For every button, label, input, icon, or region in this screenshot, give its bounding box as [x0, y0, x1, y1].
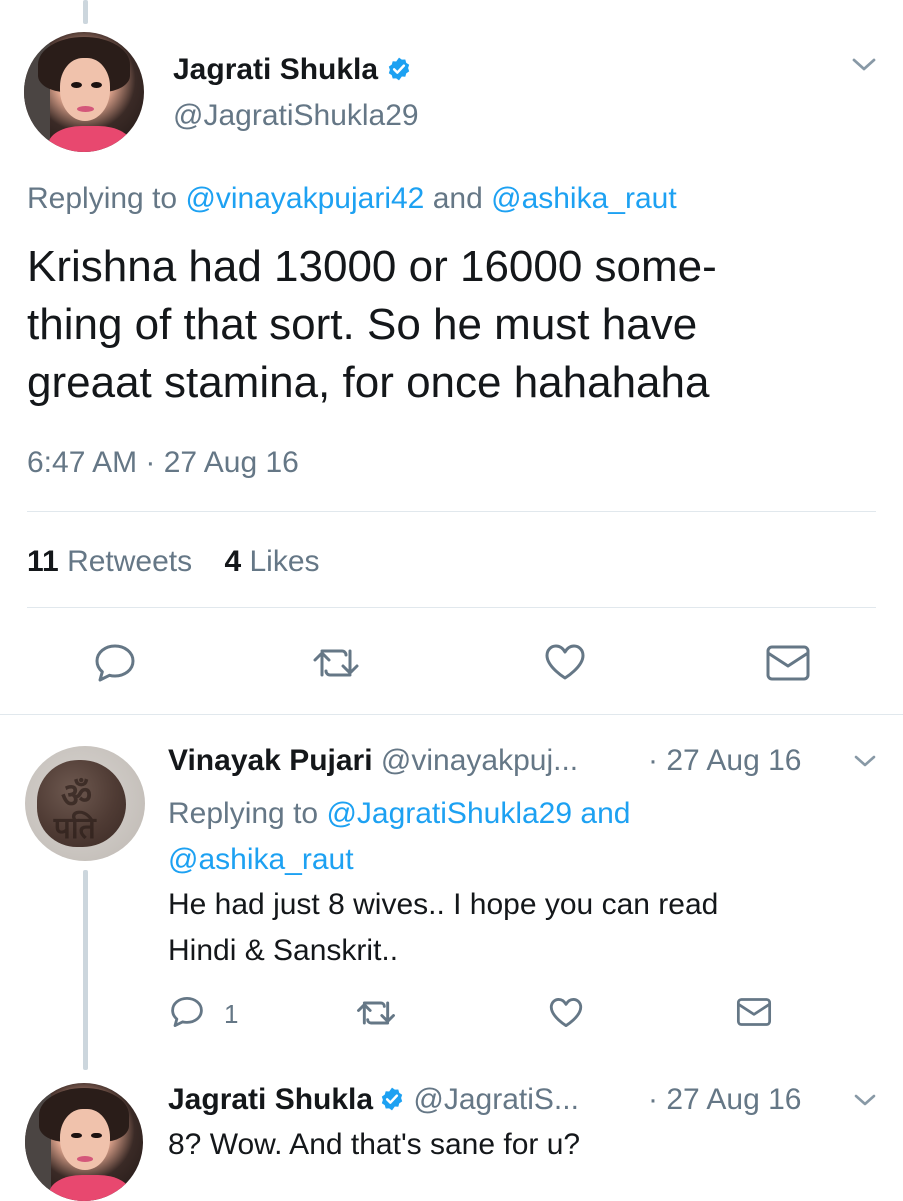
retweets-label: Retweets [67, 545, 193, 578]
chevron-down-icon[interactable] [853, 754, 877, 770]
replying-and: and [432, 182, 483, 215]
verified-icon [386, 55, 412, 81]
replying-to: Replying to @vinayakpujari42 and @ashika… [27, 180, 677, 218]
retweets-count: 11 [27, 545, 59, 578]
author-handle[interactable]: @JagratiShukla29 [173, 98, 419, 134]
dm-icon[interactable] [765, 644, 811, 682]
reply-text-line: Hindi & Sanskrit.. [168, 934, 399, 967]
retweets-stat[interactable]: 11 Retweets [27, 545, 192, 578]
mention-link[interactable]: @JagratiShukla29 [326, 797, 572, 830]
verified-icon [379, 1084, 405, 1111]
author-handle[interactable]: @JagratiS... [413, 1083, 579, 1116]
divider [27, 511, 876, 512]
avatar-vinayak[interactable]: ॐ पति [25, 746, 145, 861]
reply-icon[interactable] [93, 643, 137, 683]
retweet-icon[interactable] [356, 998, 396, 1028]
reply-date[interactable]: · 27 Aug 16 [648, 742, 801, 780]
mention-link[interactable]: @ashika_raut [168, 843, 354, 876]
divider [0, 714, 903, 715]
mention-link[interactable]: @vinayakpujari42 [185, 182, 424, 215]
tweet-text-line: Krishna had 13000 or 16000 some- [27, 242, 717, 291]
author-handle[interactable]: @vinayakpuj... [381, 744, 578, 777]
author-name-text: Jagrati Shukla [173, 53, 379, 86]
likes-label: Likes [249, 545, 320, 578]
avatar-jagrati[interactable] [25, 1083, 143, 1201]
reply-date[interactable]: · 27 Aug 16 [648, 1081, 801, 1119]
reply-header: Vinayak Pujari @vinayakpuj... [168, 742, 578, 780]
like-icon[interactable] [548, 996, 584, 1029]
tweet-stats: 11 Retweets 4 Likes [27, 543, 320, 581]
chevron-down-icon[interactable] [851, 56, 877, 74]
tweet-text-line: greaat stamina, for once hahahaha [27, 358, 710, 407]
like-icon[interactable] [543, 642, 587, 682]
replying-prefix: Replying to [168, 797, 319, 830]
tweet-text-line: thing of that sort. So he must have [27, 300, 698, 349]
thread-line [83, 870, 88, 1070]
likes-stat[interactable]: 4 Likes [224, 545, 319, 578]
mention-link[interactable]: @ashika_raut [491, 182, 677, 215]
chevron-down-icon[interactable] [853, 1093, 877, 1109]
timestamp[interactable]: 6:47 AM · 27 Aug 16 [27, 444, 299, 482]
author-name[interactable]: Vinayak Pujari [168, 744, 373, 777]
divider [27, 607, 876, 608]
likes-count: 4 [224, 545, 242, 578]
reply-header: Jagrati Shukla @JagratiS... [168, 1081, 579, 1119]
reply-text-line: He had just 8 wives.. I hope you can rea… [168, 888, 719, 921]
author-name[interactable]: Jagrati Shukla [173, 52, 412, 88]
author-name[interactable]: Jagrati Shukla [168, 1083, 373, 1116]
replying-and: and [580, 797, 631, 830]
reply-text: He had just 8 wives.. I hope you can rea… [168, 882, 718, 974]
replying-to: Replying to @JagratiShukla29 and @ashika… [168, 791, 630, 883]
replying-prefix: Replying to [27, 182, 178, 215]
retweet-icon[interactable] [312, 645, 360, 681]
reply-text: 8? Wow. And that's sane for u? [168, 1128, 581, 1161]
dm-icon[interactable] [736, 997, 772, 1027]
tweet-text: Krishna had 13000 or 16000 some- thing o… [27, 238, 717, 412]
thread-line-top [83, 0, 88, 24]
reply-count: 1 [224, 999, 239, 1029]
avatar-jagrati[interactable] [24, 32, 144, 152]
reply-icon[interactable] [169, 996, 205, 1028]
